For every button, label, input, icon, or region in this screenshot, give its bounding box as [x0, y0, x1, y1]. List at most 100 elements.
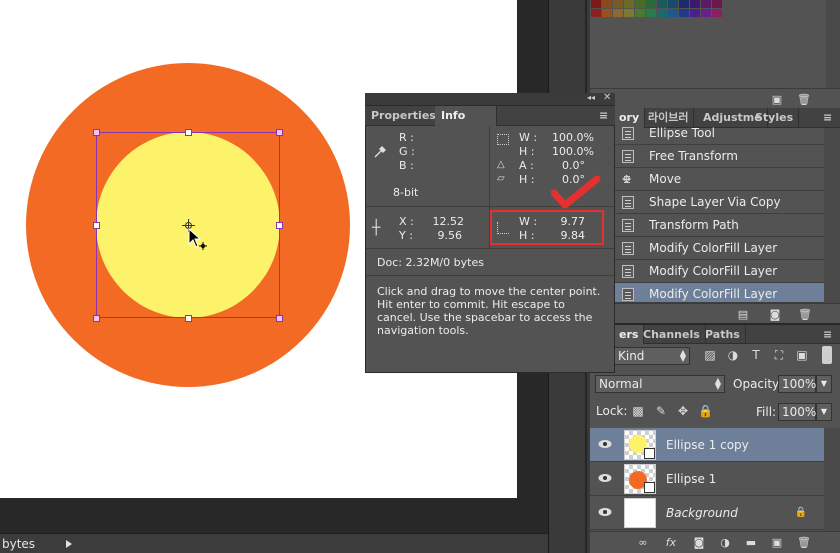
- panel-menu-icon[interactable]: ≡: [818, 325, 837, 344]
- skew-icon: ▱: [497, 173, 505, 184]
- color-swatch[interactable]: [613, 9, 623, 17]
- color-swatch[interactable]: [591, 9, 601, 17]
- history-item[interactable]: Ellipse Tool: [614, 122, 824, 145]
- history-step-icon: [622, 219, 634, 232]
- transform-handle-left[interactable]: [93, 222, 100, 229]
- lock-image-pixels-icon[interactable]: ✎: [654, 404, 668, 418]
- folder-icon[interactable]: ▬: [744, 536, 758, 549]
- filter-adjustment-icon[interactable]: ◑: [726, 348, 740, 362]
- opacity-value: 100%: [782, 377, 817, 391]
- fx-icon[interactable]: fx: [664, 536, 678, 549]
- panel-menu-icon[interactable]: ≡: [593, 106, 614, 126]
- layer-name[interactable]: Ellipse 1: [666, 472, 716, 486]
- transform-handle-top[interactable]: [185, 129, 192, 136]
- history-item-current[interactable]: Modify ColorFill Layer: [614, 283, 824, 303]
- transform-handle-bottom[interactable]: [185, 315, 192, 322]
- lock-position-icon[interactable]: ✥: [676, 404, 690, 418]
- color-swatch[interactable]: [668, 0, 678, 8]
- layer-filter-select[interactable]: Kind ▲ ▼: [614, 347, 690, 365]
- transform-handle-right[interactable]: [276, 222, 283, 229]
- opacity-dropdown-button[interactable]: ▼: [816, 375, 832, 393]
- swatches-scrollbar[interactable]: [826, 0, 840, 88]
- filter-smart-object-icon[interactable]: ▣: [795, 348, 809, 362]
- color-swatch[interactable]: [635, 0, 645, 8]
- color-swatch[interactable]: [657, 0, 667, 8]
- trash-icon[interactable]: 🗑: [797, 93, 811, 106]
- tab-channels[interactable]: Channels: [638, 325, 706, 344]
- new-document-from-state-icon[interactable]: ▤: [736, 308, 750, 321]
- transform-handle-bottom-left[interactable]: [93, 315, 100, 322]
- adjustment-icon[interactable]: ◑: [718, 536, 732, 549]
- transform-handle-bottom-right[interactable]: [276, 315, 283, 322]
- color-swatch[interactable]: [668, 9, 678, 17]
- color-swatch[interactable]: [602, 9, 612, 17]
- history-item[interactable]: Modify ColorFill Layer: [614, 237, 824, 260]
- filter-shape-icon[interactable]: ⛶: [772, 348, 786, 362]
- opacity-input[interactable]: 100%: [778, 375, 816, 393]
- new-layer-icon[interactable]: ▣: [770, 536, 784, 549]
- visibility-eye-icon[interactable]: [598, 439, 612, 449]
- color-swatch[interactable]: [613, 0, 623, 8]
- updown-arrow-icon: ▲ ▼: [714, 376, 721, 391]
- filter-toggle-icon[interactable]: [822, 346, 832, 364]
- color-swatch[interactable]: [690, 9, 700, 17]
- history-scrollbar[interactable]: [824, 128, 840, 303]
- lock-all-icon[interactable]: 🔒: [698, 404, 713, 418]
- trash-icon[interactable]: 🗑: [797, 536, 811, 549]
- layer-name[interactable]: Background: [666, 506, 738, 520]
- color-swatch[interactable]: [646, 9, 656, 17]
- filter-pixel-icon[interactable]: ▨: [703, 348, 717, 362]
- layer-thumbnail[interactable]: [624, 498, 656, 528]
- layer-thumbnail[interactable]: [624, 430, 656, 460]
- history-item[interactable]: ✥ Move: [614, 168, 824, 191]
- history-item-label: Transform Path: [649, 218, 739, 232]
- tab-properties[interactable]: Properties: [365, 106, 443, 126]
- trash-icon[interactable]: 🗑: [798, 308, 812, 321]
- new-swatch-icon[interactable]: ▣: [770, 93, 784, 106]
- color-swatch[interactable]: [690, 0, 700, 8]
- close-icon[interactable]: ✕: [603, 92, 611, 103]
- history-item[interactable]: Free Transform: [614, 145, 824, 168]
- color-swatch[interactable]: [679, 9, 689, 17]
- layer-row[interactable]: Background 🔒: [590, 496, 824, 530]
- color-swatch[interactable]: [657, 9, 667, 17]
- blend-mode-select[interactable]: Normal ▲ ▼: [595, 375, 725, 393]
- layer-row[interactable]: Ellipse 1 copy: [590, 428, 824, 462]
- layer-row[interactable]: Ellipse 1: [590, 462, 824, 496]
- color-swatch[interactable]: [591, 0, 601, 8]
- color-swatch[interactable]: [624, 0, 634, 8]
- filter-type-icon[interactable]: T: [749, 348, 763, 362]
- transform-handle-top-right[interactable]: [276, 129, 283, 136]
- fill-input[interactable]: 100%: [778, 403, 816, 421]
- history-item[interactable]: Transform Path: [614, 214, 824, 237]
- tab-paths[interactable]: Paths: [700, 325, 746, 344]
- visibility-eye-icon[interactable]: [598, 507, 612, 517]
- layers-scrollbar[interactable]: [824, 428, 840, 531]
- r-label: R :: [399, 131, 414, 144]
- color-swatch[interactable]: [635, 9, 645, 17]
- color-swatch[interactable]: [712, 9, 722, 17]
- color-swatch[interactable]: [602, 0, 612, 8]
- swatch-grid[interactable]: [590, 0, 822, 18]
- visibility-eye-icon[interactable]: [598, 473, 612, 483]
- color-swatch[interactable]: [712, 0, 722, 8]
- link-icon[interactable]: ∞: [636, 536, 650, 549]
- lock-transparent-pixels-icon[interactable]: ▩: [631, 404, 645, 418]
- layer-thumbnail[interactable]: [624, 464, 656, 494]
- color-swatch[interactable]: [646, 0, 656, 8]
- snapshot-icon[interactable]: ◙: [768, 308, 782, 321]
- layer-name[interactable]: Ellipse 1 copy: [666, 438, 749, 452]
- history-item[interactable]: Modify ColorFill Layer: [614, 260, 824, 283]
- color-swatch[interactable]: [701, 0, 711, 8]
- history-item[interactable]: Shape Layer Via Copy: [614, 191, 824, 214]
- fill-dropdown-button[interactable]: ▼: [816, 403, 832, 421]
- transform-handle-top-left[interactable]: [93, 129, 100, 136]
- color-swatch[interactable]: [701, 9, 711, 17]
- status-menu-arrow-icon[interactable]: [66, 540, 72, 548]
- floating-panel-titlebar[interactable]: ◂◂ ✕: [365, 92, 615, 106]
- color-swatch[interactable]: [679, 0, 689, 8]
- color-swatch[interactable]: [624, 9, 634, 17]
- collapse-icon[interactable]: ◂◂: [587, 93, 595, 102]
- tab-info[interactable]: Info: [435, 106, 497, 126]
- mask-icon[interactable]: ◙: [692, 536, 706, 549]
